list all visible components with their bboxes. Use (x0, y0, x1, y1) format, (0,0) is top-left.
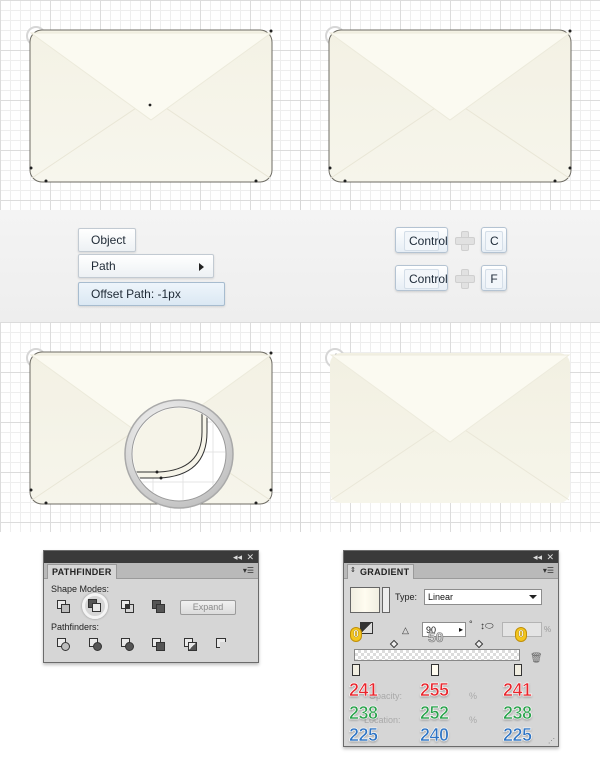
shape-modes-label: Shape Modes: (51, 584, 110, 594)
menu-path[interactable]: Path (78, 254, 214, 278)
gradient-tabrow: GRADIENT ⇕ ▾☰ (344, 563, 558, 579)
envelope-step-2 (328, 29, 572, 183)
divider-top (300, 0, 301, 210)
chevron-down-icon (529, 595, 537, 599)
tutorial-canvas: 1 2 Object Path Offset Path: -1px Contro… (0, 0, 600, 766)
collapse-icon[interactable]: ◂◂ (233, 552, 242, 562)
swatch-dropdown[interactable] (382, 587, 390, 613)
right-stop-green: 238 (503, 703, 533, 724)
type-label: Type: (395, 592, 418, 602)
intersect-icon[interactable] (121, 600, 135, 614)
angle-icon: △ (402, 625, 409, 635)
collapse-icon[interactable]: ◂◂ (533, 552, 542, 562)
minus-front-icon[interactable] (82, 593, 108, 619)
tab-toggle-icon: ⇕ (350, 567, 356, 574)
gradient-stop-left[interactable] (352, 664, 360, 676)
gradient-swatch[interactable] (350, 587, 380, 613)
tag-right: 0 (515, 627, 527, 642)
pathfinders-label: Pathfinders: (51, 622, 100, 632)
crop-icon[interactable] (152, 638, 166, 652)
divide-icon[interactable] (57, 638, 71, 652)
trim-icon[interactable] (89, 638, 103, 652)
plus-icon (455, 269, 475, 289)
panel-menu-icon[interactable]: ▾☰ (243, 566, 254, 575)
close-icon[interactable]: ✕ (246, 552, 254, 562)
mid-stop-green: 252 (420, 703, 450, 724)
menu-path-label: Path (91, 259, 116, 273)
minus-front-shape (88, 599, 102, 613)
menu-offset-path[interactable]: Offset Path: -1px (78, 282, 225, 306)
close-icon[interactable]: ✕ (546, 552, 554, 562)
type-select-value: Linear (428, 592, 454, 602)
type-select[interactable]: Linear (424, 589, 542, 605)
gradient-stop-mid[interactable] (431, 664, 439, 676)
expand-button[interactable]: Expand (180, 600, 236, 615)
key-control-paste-label: Control (404, 269, 448, 289)
mid-stop-red: 255 (420, 680, 450, 701)
resize-grip-icon: ⋰ (548, 738, 555, 745)
tab-gradient[interactable]: GRADIENT (347, 564, 415, 579)
mid-stop-blue: 240 (420, 725, 450, 746)
key-f: F (481, 265, 507, 291)
merge-icon[interactable] (121, 638, 135, 652)
pathfinder-tabrow: PATHFINDER ▾☰ (44, 563, 258, 579)
gradient-stop-right[interactable] (514, 664, 522, 676)
exclude-icon[interactable] (152, 600, 166, 614)
key-control-copy-label: Control (404, 231, 448, 251)
key-c-label: C (485, 231, 503, 251)
opacity-percent: % (469, 691, 478, 701)
envelope-step-1 (29, 29, 273, 183)
right-stop-blue: 225 (503, 725, 533, 746)
angle-overlay: 50 (428, 629, 444, 646)
envelope-step-4 (329, 353, 571, 503)
midpoint-diamond-left[interactable] (389, 639, 399, 649)
aspect-ratio-icon: ↕⬭ (480, 621, 494, 632)
key-control-copy: Control (395, 227, 448, 253)
gradient-titlebar: ◂◂ ✕ (344, 551, 558, 563)
left-stop-blue: 225 (349, 725, 379, 746)
pathfinder-panel: ◂◂ ✕ PATHFINDER ▾☰ Shape Modes: Expand P… (43, 550, 259, 663)
degree-symbol: ° (469, 619, 473, 629)
magnifier-icon (124, 399, 234, 509)
divider-bottom (300, 322, 301, 532)
trash-icon[interactable]: 🗑 (530, 653, 543, 664)
tag-left: 0 (350, 627, 362, 642)
left-stop-green: 238 (349, 703, 379, 724)
submenu-arrow-icon (199, 263, 204, 271)
gradient-slider[interactable] (354, 649, 520, 661)
menu-object[interactable]: Object (78, 228, 136, 252)
pathfinder-titlebar: ◂◂ ✕ (44, 551, 258, 563)
midpoint-diamond-right[interactable] (474, 639, 484, 649)
location-percent: % (469, 715, 478, 725)
angle-arrow-icon: ▸ (458, 625, 463, 634)
unite-icon[interactable] (57, 600, 71, 614)
aspect-percent: % (544, 625, 552, 634)
plus-icon (455, 231, 475, 251)
left-stop-red: 241 (349, 680, 379, 701)
minus-back-icon[interactable] (216, 638, 230, 652)
key-f-label: F (485, 269, 503, 289)
outline-icon[interactable] (184, 638, 198, 652)
key-control-paste: Control (395, 265, 448, 291)
key-c: C (481, 227, 507, 253)
tab-pathfinder[interactable]: PATHFINDER (47, 564, 117, 579)
right-stop-red: 241 (503, 680, 533, 701)
panel-menu-icon[interactable]: ▾☰ (543, 566, 554, 575)
